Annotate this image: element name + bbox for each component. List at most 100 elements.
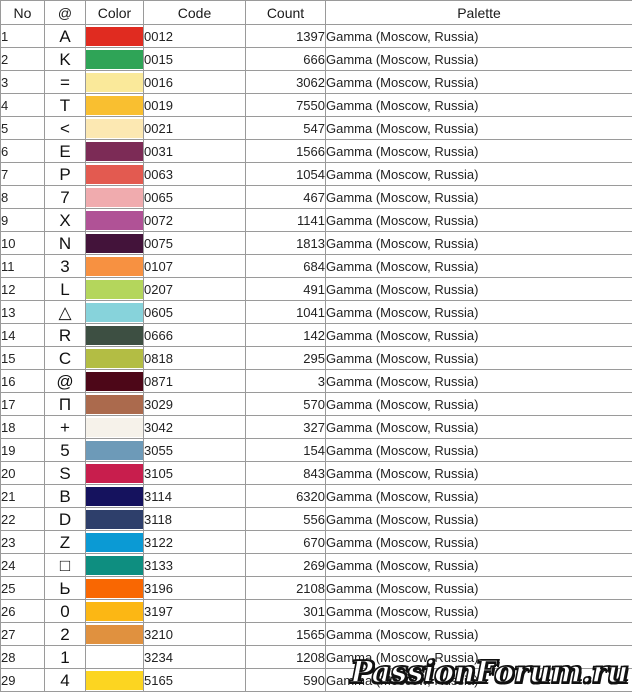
cell-count: 556 — [246, 508, 326, 531]
cell-no: 22 — [1, 508, 45, 531]
table-row[interactable]: 24□3133269Gamma (Moscow, Russia) — [1, 554, 632, 577]
cell-code: 3055 — [144, 439, 246, 462]
cell-count: 1397 — [246, 25, 326, 48]
cell-palette: Gamma (Moscow, Russia) — [326, 393, 632, 416]
cell-no: 26 — [1, 600, 45, 623]
cell-palette: Gamma (Moscow, Russia) — [326, 186, 632, 209]
cell-no: 3 — [1, 71, 45, 94]
column-header-no[interactable]: No — [1, 1, 45, 25]
cell-symbol: 5 — [45, 439, 86, 462]
table-row[interactable]: 16@08713Gamma (Moscow, Russia) — [1, 370, 632, 393]
color-swatch — [86, 671, 143, 690]
cell-color — [86, 370, 144, 393]
table-row[interactable]: 22D3118556Gamma (Moscow, Russia) — [1, 508, 632, 531]
table-row[interactable]: 17П3029570Gamma (Moscow, Russia) — [1, 393, 632, 416]
cell-code: 0015 — [144, 48, 246, 71]
cell-count: 2108 — [246, 577, 326, 600]
cell-palette: Gamma (Moscow, Russia) — [326, 48, 632, 71]
color-swatch — [86, 441, 143, 460]
cell-color — [86, 94, 144, 117]
table-row[interactable]: 1A00121397Gamma (Moscow, Russia) — [1, 25, 632, 48]
table-row[interactable]: 14R0666142Gamma (Moscow, Russia) — [1, 324, 632, 347]
cell-color — [86, 163, 144, 186]
table-row[interactable]: 1953055154Gamma (Moscow, Russia) — [1, 439, 632, 462]
cell-palette: Gamma (Moscow, Russia) — [326, 416, 632, 439]
table-row[interactable]: 28132341208Gamma (Moscow, Russia) — [1, 646, 632, 669]
cell-no: 20 — [1, 462, 45, 485]
column-header-palette[interactable]: Palette — [326, 1, 632, 25]
cell-no: 24 — [1, 554, 45, 577]
cell-color — [86, 623, 144, 646]
table-row[interactable]: 2945165590Gamma (Moscow, Russia) — [1, 669, 632, 692]
table-row[interactable]: 12L0207491Gamma (Moscow, Russia) — [1, 278, 632, 301]
cell-code: 3210 — [144, 623, 246, 646]
cell-palette: Gamma (Moscow, Russia) — [326, 485, 632, 508]
table-row[interactable]: 13△06051041Gamma (Moscow, Russia) — [1, 301, 632, 324]
cell-color — [86, 646, 144, 669]
cell-code: 0012 — [144, 25, 246, 48]
cell-symbol: 7 — [45, 186, 86, 209]
table-row[interactable]: 9X00721141Gamma (Moscow, Russia) — [1, 209, 632, 232]
cell-symbol: D — [45, 508, 86, 531]
table-row[interactable]: 21B31146320Gamma (Moscow, Russia) — [1, 485, 632, 508]
floss-color-table: No @ Color Code Count Palette 1A00121397… — [0, 0, 632, 692]
cell-count: 269 — [246, 554, 326, 577]
cell-count: 670 — [246, 531, 326, 554]
table-row[interactable]: 10N00751813Gamma (Moscow, Russia) — [1, 232, 632, 255]
cell-palette: Gamma (Moscow, Russia) — [326, 94, 632, 117]
table-row[interactable]: 20S3105843Gamma (Moscow, Russia) — [1, 462, 632, 485]
table-row[interactable]: 23Z3122670Gamma (Moscow, Russia) — [1, 531, 632, 554]
table-row[interactable]: 870065467Gamma (Moscow, Russia) — [1, 186, 632, 209]
table-row[interactable]: 25Ь31962108Gamma (Moscow, Russia) — [1, 577, 632, 600]
cell-color — [86, 140, 144, 163]
table-row[interactable]: 2603197301Gamma (Moscow, Russia) — [1, 600, 632, 623]
cell-code: 0072 — [144, 209, 246, 232]
cell-no: 21 — [1, 485, 45, 508]
column-header-code[interactable]: Code — [144, 1, 246, 25]
cell-no: 6 — [1, 140, 45, 163]
table-row[interactable]: 18+3042327Gamma (Moscow, Russia) — [1, 416, 632, 439]
color-swatch — [86, 303, 143, 322]
cell-symbol: 3 — [45, 255, 86, 278]
color-swatch — [86, 96, 143, 115]
cell-symbol: N — [45, 232, 86, 255]
cell-code: 0818 — [144, 347, 246, 370]
color-swatch — [86, 165, 143, 184]
cell-symbol: K — [45, 48, 86, 71]
cell-color — [86, 393, 144, 416]
cell-color — [86, 232, 144, 255]
color-swatch — [86, 349, 143, 368]
table-row[interactable]: 5<0021547Gamma (Moscow, Russia) — [1, 117, 632, 140]
column-header-count[interactable]: Count — [246, 1, 326, 25]
cell-palette: Gamma (Moscow, Russia) — [326, 370, 632, 393]
table-row[interactable]: 15C0818295Gamma (Moscow, Russia) — [1, 347, 632, 370]
cell-no: 27 — [1, 623, 45, 646]
table-row[interactable]: 3=00163062Gamma (Moscow, Russia) — [1, 71, 632, 94]
cell-color — [86, 508, 144, 531]
cell-count: 684 — [246, 255, 326, 278]
color-swatch — [86, 73, 143, 92]
cell-symbol: R — [45, 324, 86, 347]
cell-code: 0871 — [144, 370, 246, 393]
cell-code: 0075 — [144, 232, 246, 255]
cell-no: 19 — [1, 439, 45, 462]
cell-count: 843 — [246, 462, 326, 485]
color-swatch — [86, 625, 143, 644]
column-header-color[interactable]: Color — [86, 1, 144, 25]
cell-code: 3042 — [144, 416, 246, 439]
cell-no: 4 — [1, 94, 45, 117]
cell-count: 491 — [246, 278, 326, 301]
color-swatch — [86, 464, 143, 483]
table-row[interactable]: 7P00631054Gamma (Moscow, Russia) — [1, 163, 632, 186]
cell-code: 0207 — [144, 278, 246, 301]
table-row[interactable]: 1130107684Gamma (Moscow, Russia) — [1, 255, 632, 278]
table-row[interactable]: 2K0015666Gamma (Moscow, Russia) — [1, 48, 632, 71]
cell-no: 13 — [1, 301, 45, 324]
cell-no: 9 — [1, 209, 45, 232]
table-row[interactable]: 6E00311566Gamma (Moscow, Russia) — [1, 140, 632, 163]
cell-palette: Gamma (Moscow, Russia) — [326, 71, 632, 94]
table-row[interactable]: 27232101565Gamma (Moscow, Russia) — [1, 623, 632, 646]
table-row[interactable]: 4T00197550Gamma (Moscow, Russia) — [1, 94, 632, 117]
column-header-symbol[interactable]: @ — [45, 1, 86, 25]
color-swatch — [86, 119, 143, 138]
